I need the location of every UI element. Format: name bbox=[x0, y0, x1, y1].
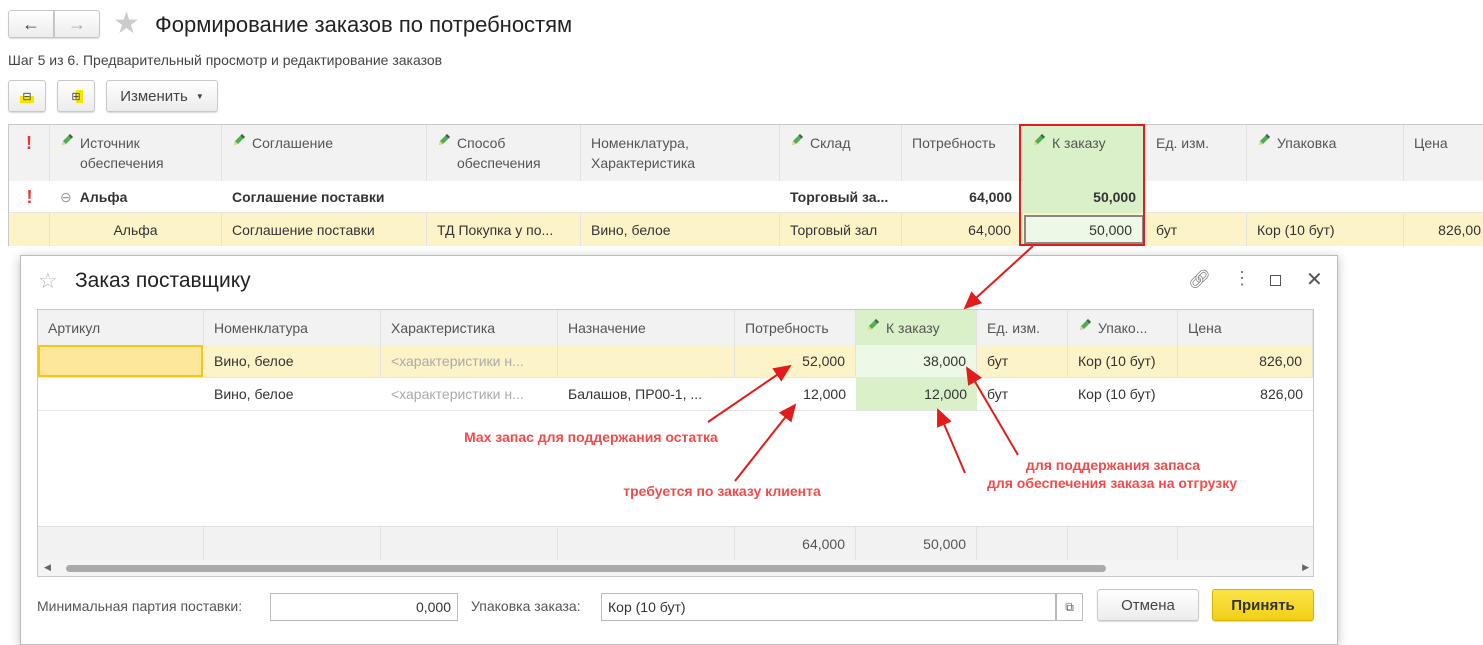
annotation-arrows bbox=[707, 245, 1034, 482]
annotation-keep-stock: для поддержания запаса bbox=[1025, 457, 1201, 473]
arrow bbox=[965, 366, 1019, 456]
arrow bbox=[707, 364, 792, 423]
annotation-shipment: для обеспечения заказа на отгрузку bbox=[986, 475, 1238, 491]
arrow bbox=[936, 408, 966, 474]
annotation-client-order: требуется по заказу клиента bbox=[623, 483, 821, 499]
annotation-max-stock: Max запас для поддержания остатка bbox=[464, 429, 718, 445]
arrow bbox=[734, 403, 797, 482]
arrow bbox=[963, 245, 1034, 310]
